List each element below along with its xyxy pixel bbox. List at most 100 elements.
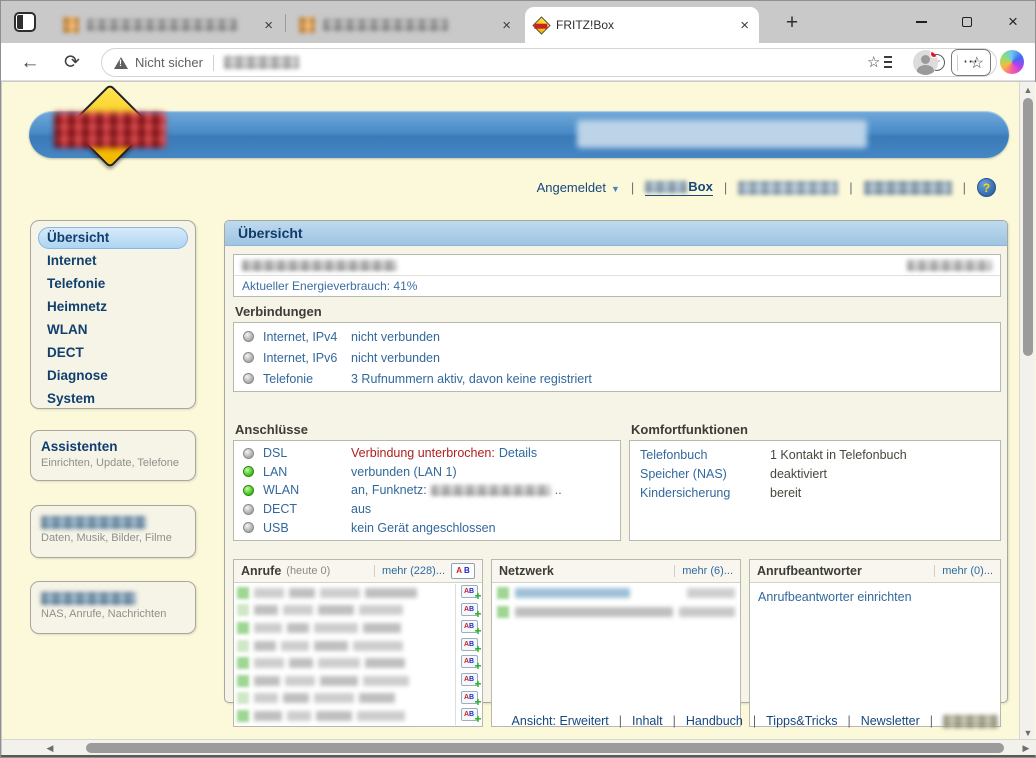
tab-close-icon[interactable]: × (264, 18, 273, 33)
nas-box[interactable]: Daten, Musik, Bilder, Filme (30, 505, 196, 558)
calls-list-redacted (234, 584, 455, 725)
connection-row: Telefonie 3 Rufnummern aktiv, davon kein… (234, 368, 1000, 389)
led-gray-icon (243, 352, 254, 363)
add-to-addressbook-icon[interactable]: AB+ (461, 620, 478, 633)
fritzbox-link[interactable]: Box (645, 179, 713, 196)
minimize-button[interactable] (906, 9, 936, 35)
port-row-usb: USB kein Gerät angeschlossen (234, 518, 620, 537)
address-divider (213, 55, 214, 71)
reload-icon[interactable]: ⟳ (59, 50, 85, 76)
calls-more-link[interactable]: mehr (228)... (374, 565, 445, 577)
myfritz-box[interactable]: NAS, Anrufe, Nachrichten (30, 581, 196, 634)
add-to-addressbook-icon[interactable]: AB+ (461, 603, 478, 616)
footer-link-newsletter[interactable]: Newsletter (861, 714, 920, 728)
link-prefix-redacted (645, 181, 687, 193)
fritz-wordmark-redacted (54, 112, 166, 148)
profile-avatar[interactable] (913, 50, 938, 75)
tab-title: FRITZ!Box (556, 18, 614, 32)
back-icon[interactable]: ← (17, 50, 43, 76)
add-to-addressbook-icon[interactable]: AB+ (461, 673, 478, 686)
view-mode-link[interactable]: Ansicht: Erweitert (512, 714, 609, 728)
box-title-redacted (41, 592, 136, 605)
fritz-banner (29, 111, 1009, 158)
led-green-icon (243, 466, 254, 477)
footer-link-tipps[interactable]: Tipps&Tricks (766, 714, 837, 728)
box-title-redacted (41, 516, 146, 529)
network-more-link[interactable]: mehr (6)... (674, 565, 733, 577)
security-label: Nicht sicher (135, 55, 203, 70)
footer-link-inhalt[interactable]: Inhalt (632, 714, 663, 728)
not-secure-warning-icon[interactable] (114, 57, 128, 69)
assistants-box[interactable]: Assistenten Einrichten, Update, Telefone (30, 430, 196, 481)
scroll-right-icon[interactable]: ▶ (1018, 743, 1034, 754)
add-to-addressbook-icon[interactable]: AB+ (461, 708, 478, 721)
logged-in-menu[interactable]: Angemeldet▼ (537, 180, 620, 195)
comfort-row: Kindersicherung bereit (630, 483, 1000, 502)
energy-consumption: Aktueller Energieverbrauch: 41% (234, 276, 1000, 296)
sidebar-item-heimnetz[interactable]: Heimnetz (38, 296, 188, 318)
page-footer: Ansicht: Erweitert | Inhalt | Handbuch |… (512, 714, 998, 728)
connection-row: Internet, IPv6 nicht verbunden (234, 347, 1000, 368)
scroll-up-icon[interactable]: ▲ (1020, 85, 1036, 95)
answering-panel: Anrufbeantworter mehr (0)... Anrufbeantw… (749, 559, 1001, 727)
new-tab-button[interactable]: + (779, 10, 805, 36)
speicher-link[interactable]: Speicher (NAS) (640, 467, 770, 481)
tab-redacted-1[interactable]: × (53, 7, 283, 43)
add-to-addressbook-icon[interactable]: AB+ (461, 655, 478, 668)
footer-link-redacted[interactable] (943, 715, 998, 728)
myfritz-subtitle: NAS, Anrufe, Nachrichten (41, 608, 185, 620)
tab-close-icon[interactable]: × (502, 18, 511, 33)
add-to-addressbook-icon[interactable]: AB+ (461, 691, 478, 704)
answering-more-link[interactable]: mehr (0)... (934, 565, 993, 577)
tab-favicon-redacted (63, 17, 79, 33)
led-gray-icon (243, 504, 254, 515)
port-row-wlan: WLAN an, Funknetz: .. (234, 481, 620, 500)
scroll-down-icon[interactable]: ▼ (1020, 728, 1036, 738)
kindersicherung-link[interactable]: Kindersicherung (640, 486, 770, 500)
port-row-dsl: DSL Verbindung unterbrochen: Details (234, 444, 620, 463)
header-link-redacted-2[interactable] (864, 181, 952, 195)
fritz-favicon (532, 16, 550, 34)
main-panel: Übersicht Aktueller Energieverbrauch: 41… (224, 220, 1008, 703)
firmware-version-redacted (907, 260, 992, 271)
address-book-icon[interactable]: A B (451, 563, 475, 579)
tab-fritzbox[interactable]: FRITZ!Box × (525, 7, 759, 43)
details-link[interactable]: Details (499, 446, 537, 460)
tab-redacted-2[interactable]: × (289, 7, 521, 43)
vertical-scrollbar[interactable]: ▲ ▼ (1019, 82, 1035, 741)
horizontal-scrollbar[interactable]: ◀ ▶ (2, 739, 1036, 755)
telefonbuch-link[interactable]: Telefonbuch (640, 448, 770, 462)
comfort-heading: Komfortfunktionen (631, 422, 748, 437)
sidebar-item-dect[interactable]: DECT (38, 342, 188, 364)
horizontal-scroll-thumb[interactable] (86, 743, 1004, 753)
address-bar[interactable]: Nicht sicher ⋯ ☆ (101, 48, 997, 77)
sidebar-item-telefonie[interactable]: Telefonie (38, 273, 188, 295)
settings-menu-button[interactable]: ⋯ (951, 49, 991, 76)
connection-row: Internet, IPv4 nicht verbunden (234, 326, 1000, 347)
help-icon[interactable]: ? (977, 178, 996, 197)
setup-answering-link[interactable]: Anrufbeantworter einrichten (750, 583, 1000, 611)
sidebar-item-diagnose[interactable]: Diagnose (38, 365, 188, 387)
fritz-logo (52, 90, 168, 182)
sidebar-item-internet[interactable]: Internet (38, 250, 188, 272)
window-close-button[interactable]: × (998, 9, 1028, 35)
sidebar-item-uebersicht[interactable]: Übersicht (38, 227, 188, 249)
add-to-addressbook-icon[interactable]: AB+ (461, 585, 478, 598)
calls-panel: Anrufe (heute 0) mehr (228)... A B (233, 559, 483, 727)
vertical-scroll-thumb[interactable] (1023, 98, 1033, 356)
tab-separator (285, 14, 286, 32)
header-link-redacted-1[interactable] (738, 181, 838, 195)
maximize-button[interactable] (952, 9, 982, 35)
tab-actions-icon[interactable] (14, 12, 36, 32)
tab-close-icon[interactable]: × (740, 18, 749, 33)
answering-title: Anrufbeantworter (757, 564, 862, 578)
add-to-addressbook-icon[interactable]: AB+ (461, 638, 478, 651)
copilot-icon[interactable] (1000, 50, 1024, 74)
footer-link-handbuch[interactable]: Handbuch (686, 714, 743, 728)
ports-box: DSL Verbindung unterbrochen: Details LAN… (233, 440, 621, 541)
favorites-list-icon[interactable]: ☆ (867, 51, 893, 75)
nas-subtitle: Daten, Musik, Bilder, Filme (41, 532, 185, 544)
scroll-left-icon[interactable]: ◀ (42, 743, 58, 754)
sidebar-item-wlan[interactable]: WLAN (38, 319, 188, 341)
sidebar-item-system[interactable]: System (38, 388, 188, 410)
